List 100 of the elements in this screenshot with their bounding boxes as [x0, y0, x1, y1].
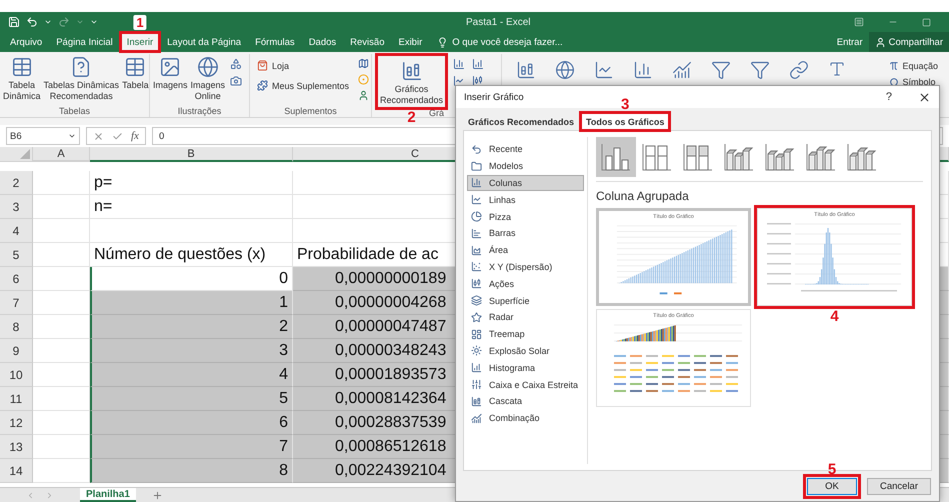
chart-type-item[interactable]: Explosão Solar: [467, 342, 584, 360]
column-header[interactable]: A: [33, 147, 90, 162]
ribbon-button[interactable]: Tabela Dinâmica: [2, 54, 42, 103]
globe-icon: [196, 56, 219, 78]
row-header[interactable]: 8: [0, 315, 33, 339]
share-button[interactable]: Compartilhar: [868, 32, 949, 52]
link-icon[interactable]: [789, 60, 809, 80]
close-icon[interactable]: [918, 90, 931, 104]
table-cell: 8: [90, 459, 293, 483]
insert-function-button[interactable]: fx: [131, 130, 139, 142]
chart-type-item[interactable]: Superfície: [467, 292, 584, 309]
ribbon-display-icon[interactable]: [854, 17, 864, 27]
ribbon-button[interactable]: Equação: [888, 60, 939, 72]
chart-type-item[interactable]: Barras: [467, 224, 584, 242]
line-chart-icon[interactable]: [594, 60, 614, 80]
ribbon-button[interactable]: Tabelas Dinâmicas Recomendadas: [42, 54, 120, 103]
ribbon-button[interactable]: Gráficos Recomendados: [378, 56, 446, 107]
step-number: 5: [828, 462, 836, 476]
person-icon[interactable]: [358, 90, 370, 101]
menu-tab[interactable]: Revisão: [343, 32, 392, 52]
globe-icon[interactable]: [555, 60, 575, 80]
table-cell: 5: [90, 387, 293, 411]
menu-tab[interactable]: Dados: [302, 32, 344, 52]
row-header[interactable]: 7: [0, 291, 33, 315]
table-cell: 2: [90, 315, 293, 339]
chart-type-item[interactable]: Pizza: [467, 208, 584, 225]
chart-type-item[interactable]: Cascata: [467, 392, 584, 410]
add-sheet-icon[interactable]: [152, 490, 163, 500]
ribbon-button[interactable]: Meus Suplementos: [255, 78, 352, 93]
area-chart-icon: [471, 244, 482, 256]
text-box-icon[interactable]: [828, 60, 846, 78]
row-header[interactable]: 5: [0, 243, 33, 267]
undo-icon[interactable]: [26, 16, 38, 28]
ribbon-button[interactable]: Imagens Online: [190, 54, 226, 103]
ribbon-button[interactable]: Imagens: [152, 54, 189, 92]
sheet-tab[interactable]: Planilha1: [80, 488, 136, 502]
ribbon-button[interactable]: Símbolo: [888, 76, 939, 88]
column-chart-icon[interactable]: [453, 58, 466, 70]
menu-tab[interactable]: Exibir: [391, 32, 430, 52]
row-header[interactable]: 10: [0, 363, 33, 387]
row-header[interactable]: 14: [0, 459, 33, 483]
column-chart-icon: [682, 142, 714, 172]
ribbon-button[interactable]: Loja: [255, 58, 352, 73]
dialog-tab[interactable]: Gráficos Recomendados: [463, 113, 580, 130]
chart-type-item[interactable]: Área: [467, 242, 584, 259]
chart-type-item[interactable]: Colunas: [467, 174, 584, 192]
row-header[interactable]: 11: [0, 387, 33, 411]
ribbon-button[interactable]: Tabela: [121, 54, 150, 92]
filter-icon[interactable]: [711, 60, 731, 80]
save-icon[interactable]: [8, 16, 20, 28]
column-chart-icon: [600, 142, 632, 172]
shapes-icon[interactable]: [230, 58, 242, 70]
map-icon[interactable]: [358, 58, 370, 69]
row-header[interactable]: 6: [0, 267, 33, 291]
menu-tab[interactable]: Arquivo: [3, 32, 50, 52]
stock-chart-icon[interactable]: [472, 75, 484, 87]
chart-type-item[interactable]: Linhas: [467, 191, 584, 208]
dialog-tab[interactable]: Todos os Gráficos: [581, 113, 670, 130]
column-chart-icon[interactable]: [633, 60, 653, 80]
image-icon: [159, 56, 182, 78]
chart-type-item[interactable]: Modelos: [467, 158, 584, 175]
restore-icon[interactable]: [922, 18, 931, 26]
menu-tab[interactable]: Layout da Página: [160, 32, 248, 52]
row-header[interactable]: 13: [0, 435, 33, 459]
row-header[interactable]: 2: [0, 171, 33, 195]
menu-tab[interactable]: Fórmulas: [248, 32, 302, 52]
dialog-title: Inserir Gráfico: [464, 92, 525, 102]
enter-icon[interactable]: [112, 130, 123, 142]
bar-chart-icon[interactable]: [472, 58, 484, 70]
name-box[interactable]: B6: [6, 127, 80, 145]
chart-type-item[interactable]: Ações: [467, 275, 584, 292]
menu-tab[interactable]: Inserir: [120, 32, 160, 52]
treemap-icon: [471, 328, 482, 340]
sign-in-link[interactable]: Entrar: [830, 32, 869, 52]
chart-type-item[interactable]: Combinação: [467, 410, 584, 427]
column-header[interactable]: B: [90, 147, 293, 162]
star-icon: [471, 312, 482, 323]
caret-icon[interactable]: [44, 18, 52, 26]
menu-tab[interactable]: Página Inicial: [49, 32, 120, 52]
shopping-bag-icon: [257, 60, 268, 71]
row-header[interactable]: 12: [0, 411, 33, 435]
camera-icon[interactable]: [230, 75, 242, 87]
table-cell: 3: [90, 339, 293, 363]
chart-type-item[interactable]: Recente: [467, 141, 584, 158]
caret-icon[interactable]: [68, 132, 76, 140]
cancel-button[interactable]: Cancelar: [867, 478, 931, 494]
help-button[interactable]: ?: [882, 91, 896, 103]
stock-chart-icon: [471, 278, 482, 290]
cancel-icon[interactable]: [93, 130, 104, 142]
sun-icon: [471, 345, 482, 356]
box-plot-icon: [471, 379, 482, 390]
filter-icon[interactable]: [750, 60, 770, 80]
lightbulb-icon: [437, 36, 448, 48]
group-label: Ilustrações: [178, 105, 222, 117]
chart-subtype-button[interactable]: [596, 137, 636, 177]
customize-icon[interactable]: [90, 18, 98, 26]
row-header[interactable]: 9: [0, 339, 33, 363]
row-header[interactable]: 3: [0, 195, 33, 219]
row-header[interactable]: 4: [0, 219, 33, 243]
search-field[interactable]: O que você deseja fazer...: [452, 36, 563, 48]
